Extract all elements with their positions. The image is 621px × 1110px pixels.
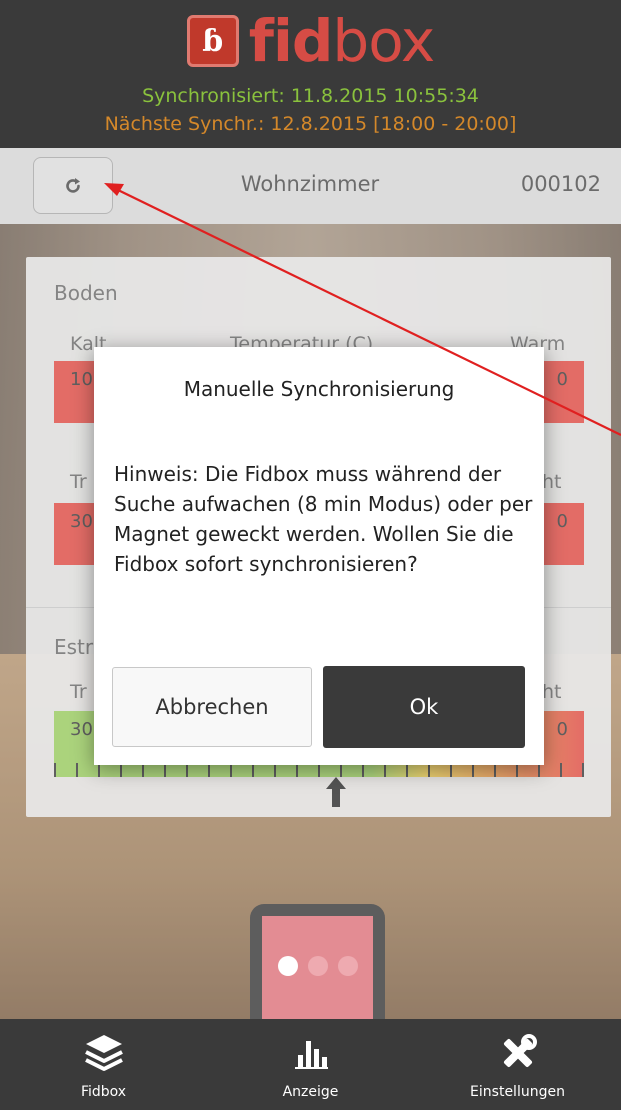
fidbox-logo: ɓ fidbox [0, 10, 621, 72]
bottom-navigation: Fidbox Anzeige Einstellungen [0, 1019, 621, 1110]
ok-button[interactable]: Ok [323, 666, 525, 748]
next-sync: Nächste Synchr.: 12.8.2015 [18:00 - 20:0… [104, 113, 517, 135]
nav-label: Anzeige [282, 1084, 339, 1100]
nav-item-fidbox[interactable]: Fidbox [0, 1019, 207, 1110]
nav-label: Einstellungen [470, 1084, 565, 1100]
dialog-message: Hinweis: Die Fidbox muss während der Suc… [114, 462, 533, 576]
fidbox-logo-mark: ɓ [186, 15, 239, 67]
nav-label: Fidbox [80, 1084, 127, 1100]
tools-icon [414, 1029, 621, 1077]
fidbox-wordmark: fidbox [249, 12, 435, 70]
layers-icon [0, 1029, 207, 1077]
bar-chart-icon [207, 1029, 414, 1077]
nav-item-anzeige[interactable]: Anzeige [207, 1019, 414, 1110]
sync-status: Synchronisiert: 11.8.2015 10:55:34 [142, 85, 479, 107]
cancel-button[interactable]: Abbrechen [112, 667, 312, 747]
sync-dialog: Manuelle Synchronisierung Hinweis: Die F… [94, 347, 544, 765]
nav-item-einstellungen[interactable]: Einstellungen [414, 1019, 621, 1110]
logo-box: box [332, 7, 435, 75]
logo-fid: fid [248, 7, 334, 75]
app-header: ɓ fidbox Synchronisiert: 11.8.2015 10:55… [0, 0, 621, 148]
dialog-title: Manuelle Synchronisierung [183, 377, 455, 401]
